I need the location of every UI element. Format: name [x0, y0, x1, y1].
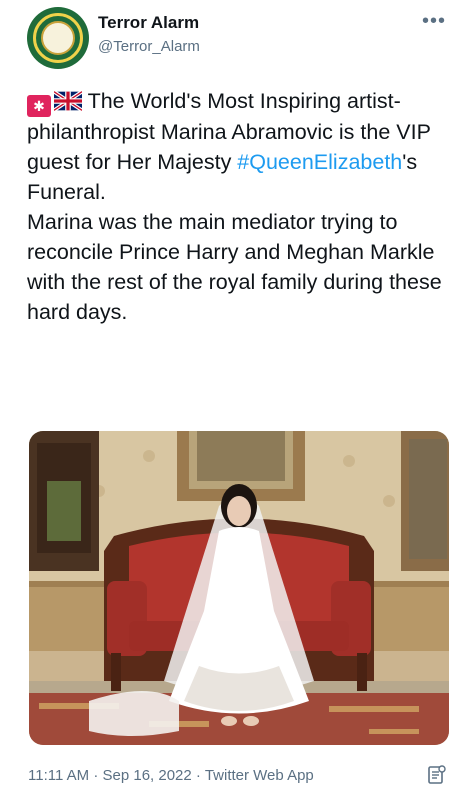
avatar[interactable]: [27, 7, 89, 69]
display-name[interactable]: Terror Alarm: [98, 13, 199, 33]
uk-flag-icon: [54, 91, 82, 111]
photo-woman-in-white-gown-on-red-sofa-icon: [29, 431, 449, 745]
tweet-client[interactable]: Twitter Web App: [205, 767, 314, 784]
user-handle[interactable]: @Terror_Alarm: [98, 38, 200, 55]
hashtag-link[interactable]: #QueenElizabeth: [237, 150, 402, 174]
tweet-meta: 11:11 AM · Sep 16, 2022 · Twitter Web Ap…: [28, 767, 314, 784]
more-dots-icon[interactable]: •••: [422, 10, 446, 33]
tweet-date[interactable]: Sep 16, 2022: [103, 767, 192, 784]
terror-alarm-logo-icon: [33, 13, 83, 63]
meta-separator: ·: [93, 767, 99, 784]
tweet-card: Terror Alarm @Terror_Alarm ••• ✱ The Wor…: [0, 0, 466, 806]
meta-separator: ·: [195, 767, 201, 784]
tweet-time[interactable]: 11:11 AM: [28, 767, 89, 784]
tweet-paragraph-1: ✱ The World's Most Inspiring artist-phil…: [27, 86, 447, 207]
tweet-photo[interactable]: [29, 431, 449, 745]
police-light-icon: ✱: [27, 95, 51, 117]
tweet-paragraph-2: Marina was the main mediator trying to r…: [27, 210, 442, 324]
analytics-icon[interactable]: [428, 765, 446, 790]
tweet-text: ✱ The World's Most Inspiring artist-phil…: [27, 86, 447, 327]
